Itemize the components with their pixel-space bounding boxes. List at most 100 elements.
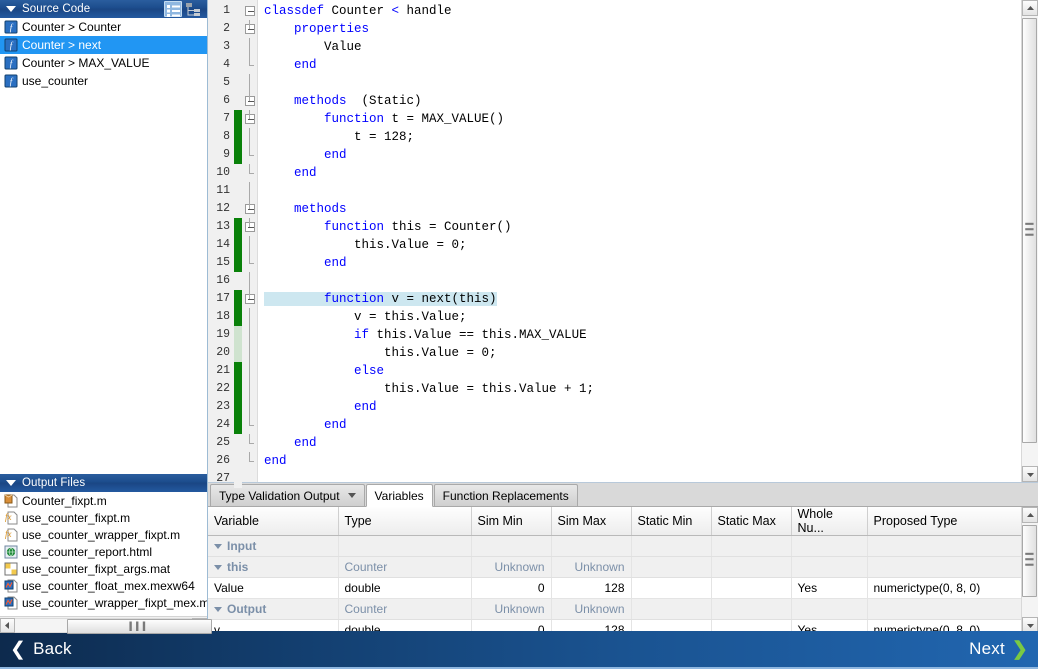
fold-cell[interactable] [242,218,257,236]
output-file-6[interactable]: use_counter_wrapper_fixpt_mex.m [0,594,207,611]
code-line[interactable]: this.Value = 0; [258,344,1021,362]
fold-cell[interactable] [242,434,257,452]
hierarchy-tree-view-icon[interactable] [184,1,202,17]
vscroll-track[interactable]: ▍▍▍ [1022,523,1038,617]
code-line[interactable] [258,74,1021,92]
output-file-2[interactable]: fx use_counter_wrapper_fixpt.m [0,526,207,543]
column-header[interactable]: Variable [208,507,339,536]
code-line[interactable]: t = 128; [258,128,1021,146]
code-line[interactable]: end [258,146,1021,164]
fold-cell[interactable] [242,308,257,326]
code-line[interactable]: end [258,164,1021,182]
column-header[interactable]: Static Min [631,507,712,536]
code-line[interactable]: properties [258,20,1021,38]
code-line[interactable]: v = this.Value; [258,308,1021,326]
fold-cell[interactable] [242,416,257,434]
fold-cell[interactable] [242,200,257,218]
code-line[interactable]: if this.Value == this.MAX_VALUE [258,326,1021,344]
fold-cell[interactable] [242,128,257,146]
column-header[interactable]: Sim Max [551,507,632,536]
fold-collapse-icon[interactable] [245,24,255,34]
bottom-tab-bar[interactable]: Type Validation Output Variables Function … [208,483,1038,507]
back-button[interactable]: ❮ Back [10,639,72,659]
variables-table-scroll[interactable]: Variable Type Sim Min Sim Max Static Min Stat… [208,507,1021,633]
source-item-3[interactable]: f use_counter [0,72,207,90]
code-line[interactable]: function v = next(this) [258,290,1021,308]
fold-cell[interactable] [242,380,257,398]
collapse-triangle-icon[interactable] [6,6,16,12]
source-code-text[interactable]: classdef Counter < handle properties Val… [258,0,1021,482]
code-line[interactable]: end [258,56,1021,74]
table-row[interactable]: Value double 0 128 Yes numerictype(0, 8, 0) [208,577,1021,599]
fold-cell[interactable] [242,236,257,254]
fold-cell[interactable] [242,272,257,290]
code-line[interactable]: function this = Counter() [258,218,1021,236]
code-line[interactable]: end [258,434,1021,452]
sidebar-horizontal-scrollbar[interactable]: ▍▍▍ [0,616,212,634]
fold-collapse-icon[interactable] [245,204,255,214]
column-header[interactable]: Static Max [711,507,792,536]
source-code-tree[interactable]: f Counter > Counter f Counter > next f C… [0,18,207,474]
vscroll-track[interactable]: ▍▍▍ [1022,16,1038,466]
code-line[interactable]: end [258,398,1021,416]
scroll-up-button[interactable] [1022,507,1038,523]
fold-cell[interactable] [242,56,257,74]
output-file-4[interactable]: use_counter_fixpt_args.mat [0,560,207,577]
fold-cell[interactable] [242,362,257,380]
table-body[interactable]: Input this Counter Unknown Unknown Value doubl… [208,535,1021,633]
code-line[interactable]: Value [258,38,1021,56]
code-folding-gutter[interactable] [242,0,258,482]
source-item-1[interactable]: f Counter > next [0,36,207,54]
scroll-down-button[interactable] [1022,466,1038,482]
chevron-down-icon[interactable] [347,493,356,498]
column-header[interactable]: Whole Nu... [791,507,868,536]
fold-collapse-icon[interactable] [245,6,255,16]
fold-cell[interactable] [242,2,257,20]
fold-collapse-icon[interactable] [245,222,255,232]
expander-triangle-icon[interactable] [214,607,222,613]
tab-variables[interactable]: Variables [365,484,433,507]
source-code-panel-header[interactable]: Source Code [0,0,207,18]
fold-cell[interactable] [242,146,257,164]
column-header[interactable]: Type [338,507,472,536]
column-header[interactable]: Proposed Type [867,507,1021,536]
fold-cell[interactable] [242,470,257,488]
fold-cell[interactable] [242,326,257,344]
fold-cell[interactable] [242,38,257,56]
expander-triangle-icon[interactable] [214,544,222,550]
fold-collapse-icon[interactable] [245,96,255,106]
code-line[interactable]: this.Value = 0; [258,236,1021,254]
output-files-panel-header[interactable]: Output Files [0,474,207,492]
editor-vertical-scrollbar[interactable]: ▍▍▍ [1021,0,1038,482]
scroll-left-button[interactable] [0,617,15,633]
fold-cell[interactable] [242,110,257,128]
flat-list-view-icon[interactable] [164,1,182,17]
code-line[interactable]: methods [258,200,1021,218]
hscroll-track[interactable]: ▍▍▍ [15,617,212,634]
code-line[interactable] [258,272,1021,290]
code-line[interactable]: methods (Static) [258,92,1021,110]
table-row[interactable]: this Counter Unknown Unknown [208,556,1021,578]
fold-collapse-icon[interactable] [245,114,255,124]
tab-function-replacements[interactable]: Function Replacements [433,484,578,506]
table-row[interactable]: Output Counter Unknown Unknown [208,598,1021,620]
code-line[interactable]: end [258,254,1021,272]
collapse-triangle-icon[interactable] [6,480,16,486]
fold-collapse-icon[interactable] [245,294,255,304]
fold-cell[interactable] [242,398,257,416]
vscroll-thumb[interactable]: ▍▍▍ [1022,18,1037,443]
code-line[interactable] [258,470,1021,482]
fold-cell[interactable] [242,452,257,470]
table-row[interactable]: Input [208,535,1021,557]
vscroll-thumb[interactable]: ▍▍▍ [1022,525,1037,597]
fold-cell[interactable] [242,92,257,110]
fold-cell[interactable] [242,164,257,182]
fold-cell[interactable] [242,290,257,308]
code-line[interactable]: classdef Counter < handle [258,2,1021,20]
fold-cell[interactable] [242,182,257,200]
code-line[interactable]: end [258,452,1021,470]
scroll-up-button[interactable] [1022,0,1038,16]
next-button[interactable]: Next ❯ [969,639,1028,659]
code-line[interactable]: this.Value = this.Value + 1; [258,380,1021,398]
code-line[interactable]: end [258,416,1021,434]
